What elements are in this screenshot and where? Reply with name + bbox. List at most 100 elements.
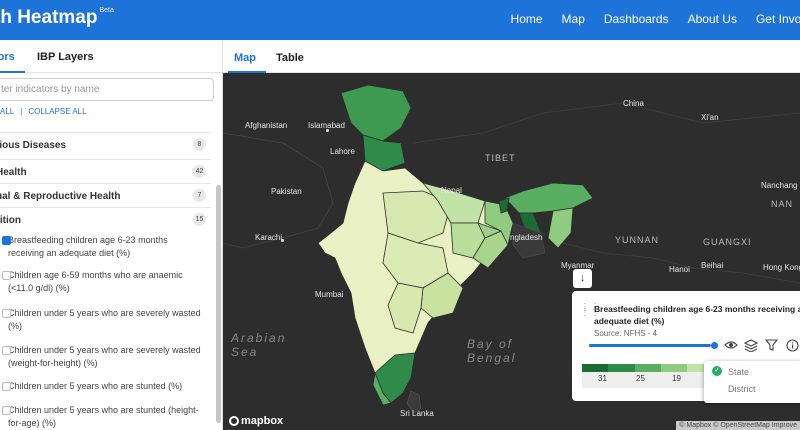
category-nutrition[interactable]: rition 15 (0, 207, 211, 231)
label-bangladesh: ngladesh (510, 233, 543, 242)
slider-handle[interactable] (711, 342, 718, 349)
category-label: rition (0, 215, 21, 226)
nav-dashboards[interactable]: Dashboards (604, 12, 669, 26)
tab-indicators[interactable]: tors (0, 51, 15, 63)
indicator-checkbox[interactable] (2, 382, 11, 391)
indicator-label-line1: Children under 5 years who are severely … (8, 308, 201, 318)
label-yunnan: YUNNAN (615, 235, 660, 245)
legend-swatch (660, 364, 688, 372)
map-attribution[interactable]: © Mapbox © OpenStreetMap Improve (676, 421, 800, 430)
indicator-label-line2: receiving an adequate diet (%) (8, 248, 131, 258)
option-state[interactable]: State (728, 367, 749, 377)
choropleth-map[interactable]: Afghanistan Islamabad Lahore Pakistan Ka… (223, 73, 800, 430)
legend-swatch (608, 364, 635, 372)
category-label: Health (0, 167, 27, 178)
label-arabian-sea: Arabian Sea (231, 331, 287, 359)
indicator-checkbox[interactable] (2, 236, 11, 245)
legend-swatch (582, 364, 609, 372)
collapse-legend-button[interactable]: ↓ (573, 269, 592, 288)
category-sexual-reproductive-health[interactable]: ual & Reproductive Health 7 (0, 183, 211, 207)
label-hong-kong: Hong Kong (763, 263, 800, 272)
indicator-item[interactable]: Children under 5 years who are severely … (2, 307, 208, 333)
opacity-slider[interactable] (589, 344, 711, 347)
app-brand[interactable]: th Heatmap Beta (0, 7, 114, 29)
view-tabs: Map Table (223, 40, 800, 73)
nav-map[interactable]: Map (562, 12, 585, 26)
region-assam (504, 182, 594, 214)
label-xian: Xi'an (701, 113, 719, 122)
expand-all-link[interactable]: ALL (0, 107, 14, 116)
legend-label: 25 (636, 374, 645, 383)
indicator-label-line1: Children under 5 years who are stunted (… (8, 405, 199, 415)
label-china: China (623, 99, 644, 108)
indicator-item[interactable]: Children under 5 years who are stunted (… (2, 380, 208, 393)
tab-map[interactable]: Map (234, 52, 256, 64)
collapse-all-link[interactable]: COLLAPSE ALL (28, 107, 86, 116)
category-count-badge: 8 (193, 138, 206, 151)
app-title: th Heatmap (0, 7, 98, 28)
mapbox-logo[interactable]: mapbox (229, 415, 283, 427)
label-hanoi: Hanoi (669, 265, 690, 274)
label-guangxi: GUANGXI (703, 237, 752, 247)
tab-table[interactable]: Table (276, 52, 304, 64)
label-pakistan: Pakistan (271, 187, 302, 196)
nav-about-us[interactable]: About Us (688, 12, 737, 26)
indicator-item[interactable]: Children age 6-59 months who are anaemic… (2, 269, 208, 295)
label-sri-lanka: Sri Lanka (400, 409, 434, 418)
indicator-label-line2: (weight-for-height) (%) (8, 358, 98, 368)
option-district[interactable]: District (728, 384, 756, 394)
indicator-checkbox[interactable] (2, 271, 11, 280)
category-infectious-diseases[interactable]: tious Diseases 8 (0, 132, 211, 156)
label-beihai: Beihai (701, 261, 724, 270)
main-nav: Home Map Dashboards About Us Get Involv (492, 12, 800, 26)
indicator-label-line2: (<11.0 g/dl) (%) (8, 283, 70, 293)
legend-title: Breastfeeding children age 6-23 months r… (594, 304, 800, 326)
category-count-badge: 42 (193, 165, 206, 178)
panel-scrollbar[interactable] (216, 185, 221, 423)
label-mumbai: Mumbai (315, 290, 344, 299)
nav-home[interactable]: Home (511, 12, 543, 26)
indicator-item[interactable]: Children under 5 years who are severely … (2, 344, 208, 370)
legend-label: 19 (672, 374, 681, 383)
label-lahore: Lahore (330, 147, 355, 156)
label-nanchang: Nanchang (761, 181, 798, 190)
label-karachi: Karachi (255, 233, 283, 242)
top-navbar: th Heatmap Beta Home Map Dashboards About… (0, 0, 800, 40)
label-nan: NAN (771, 199, 794, 209)
beta-tag: Beta (99, 7, 114, 14)
indicator-label-line1: Children under 5 years who are severely … (8, 345, 201, 355)
mapbox-icon (229, 416, 239, 426)
category-label: ual & Reproductive Health (0, 191, 121, 202)
nav-get-involved[interactable]: Get Involv (756, 12, 800, 26)
label-tibet: TIBET (485, 153, 516, 163)
indicator-checkbox[interactable] (2, 406, 11, 415)
active-tab-indicator (0, 71, 25, 73)
indicator-label-line2: (%) (8, 321, 22, 331)
indicator-label-line1: Children age 6-59 months who are anaemic (8, 270, 183, 280)
indicator-search-input[interactable]: ter indicators by name (0, 78, 214, 101)
check-icon: ✓ (712, 366, 722, 376)
category-count-badge: 15 (193, 213, 206, 226)
indicator-item[interactable]: Breastfeeding children age 6-23 months r… (2, 234, 208, 260)
expand-collapse-links: ALL | COLLAPSE ALL (0, 107, 93, 116)
indicator-label-line1: Breastfeeding children age 6-23 months (8, 235, 168, 245)
indicator-checkbox[interactable] (2, 346, 11, 355)
indicator-checkbox[interactable] (2, 309, 11, 318)
indicator-label-line1: Children under 5 years who are stunted (… (8, 381, 183, 391)
category-count-badge: 7 (193, 189, 206, 202)
label-bay-of-bengal: Bay of Bengal (467, 337, 517, 365)
legend-label: 31 (598, 374, 607, 383)
category-label: tious Diseases (0, 140, 67, 151)
label-nepal: Nepal (441, 186, 462, 195)
tab-ibp-layers[interactable]: IBP Layers (37, 51, 94, 63)
category-health[interactable]: Health 42 (0, 159, 211, 183)
indicator-item[interactable]: Children under 5 years who are stunted (… (2, 404, 208, 430)
region-jammu-kashmir (340, 84, 412, 142)
separator: | (20, 107, 23, 116)
label-afghanistan: Afghanistan (245, 121, 288, 130)
legend-swatch (634, 364, 661, 372)
boundary-level-menu: ✓ State District (704, 361, 800, 403)
indicators-panel: tors IBP Layers ter indicators by name A… (0, 40, 223, 430)
panel-tabs: tors IBP Layers (0, 40, 222, 73)
legend-source: Source: NFHS - 4 (594, 329, 658, 338)
